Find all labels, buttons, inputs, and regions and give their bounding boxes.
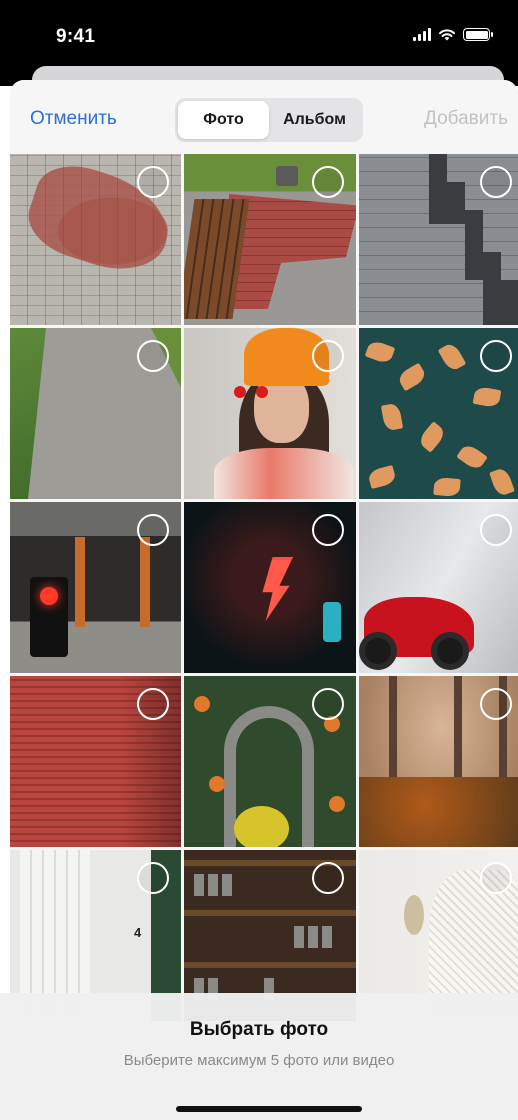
select-circle-icon[interactable] (480, 340, 512, 372)
select-circle-icon[interactable] (480, 514, 512, 546)
photo-cell-traffic-light-street[interactable] (10, 502, 181, 673)
status-time: 9:41 (56, 26, 96, 47)
status-icons (413, 28, 493, 41)
select-circle-icon[interactable] (312, 862, 344, 894)
selection-info-panel: Выбрать фото Выберите максимум 5 фото ил… (0, 993, 518, 1120)
photo-picker-sheet: Отменить Фото Альбом Добавить 4 (10, 80, 518, 1120)
panel-subtitle: Выберите максимум 5 фото или видео (123, 1052, 395, 1069)
select-circle-icon[interactable] (312, 340, 344, 372)
cancel-button[interactable]: Отменить (30, 108, 117, 130)
select-circle-icon[interactable] (137, 688, 169, 720)
photo-cell-autumn-leaves-water[interactable] (359, 328, 518, 499)
photo-cell-red-shutter-wall[interactable] (10, 676, 181, 847)
panel-title: Выбрать фото (189, 1019, 329, 1040)
photo-cell-aerial-courtyard[interactable] (10, 328, 181, 499)
segment-album[interactable]: Альбом (269, 101, 360, 139)
select-circle-icon[interactable] (137, 862, 169, 894)
photo-cell-neon-lightning[interactable] (184, 502, 356, 673)
select-circle-icon[interactable] (312, 166, 344, 198)
signal-icon (413, 28, 431, 41)
wifi-icon (439, 29, 455, 41)
select-circle-icon[interactable] (480, 862, 512, 894)
photo-cell-girl-orange-beanie[interactable] (184, 328, 356, 499)
source-segmented-control: Фото Альбом (175, 98, 363, 142)
photo-cell-red-brick-pavement[interactable] (10, 154, 181, 325)
photo-cell-gray-paving-tiles[interactable] (359, 154, 518, 325)
select-circle-icon[interactable] (480, 166, 512, 198)
battery-icon (463, 28, 493, 41)
photo-cell-aerial-winding-road[interactable] (184, 676, 356, 847)
photo-cell-autumn-forest[interactable] (359, 676, 518, 847)
house-number: 4 (134, 925, 142, 940)
select-circle-icon[interactable] (137, 166, 169, 198)
home-indicator[interactable] (176, 1106, 362, 1112)
photo-cell-bench-brick-path[interactable] (184, 154, 356, 325)
select-circle-icon[interactable] (312, 514, 344, 546)
add-button[interactable]: Добавить (424, 108, 508, 130)
select-circle-icon[interactable] (312, 688, 344, 720)
select-circle-icon[interactable] (480, 688, 512, 720)
photo-grid: 4 (10, 154, 518, 1021)
select-circle-icon[interactable] (137, 340, 169, 372)
segment-photo[interactable]: Фото (178, 101, 269, 139)
picker-nav-bar: Отменить Фото Альбом Добавить (10, 80, 518, 154)
photo-cell-red-motorcycle[interactable] (359, 502, 518, 673)
select-circle-icon[interactable] (137, 514, 169, 546)
